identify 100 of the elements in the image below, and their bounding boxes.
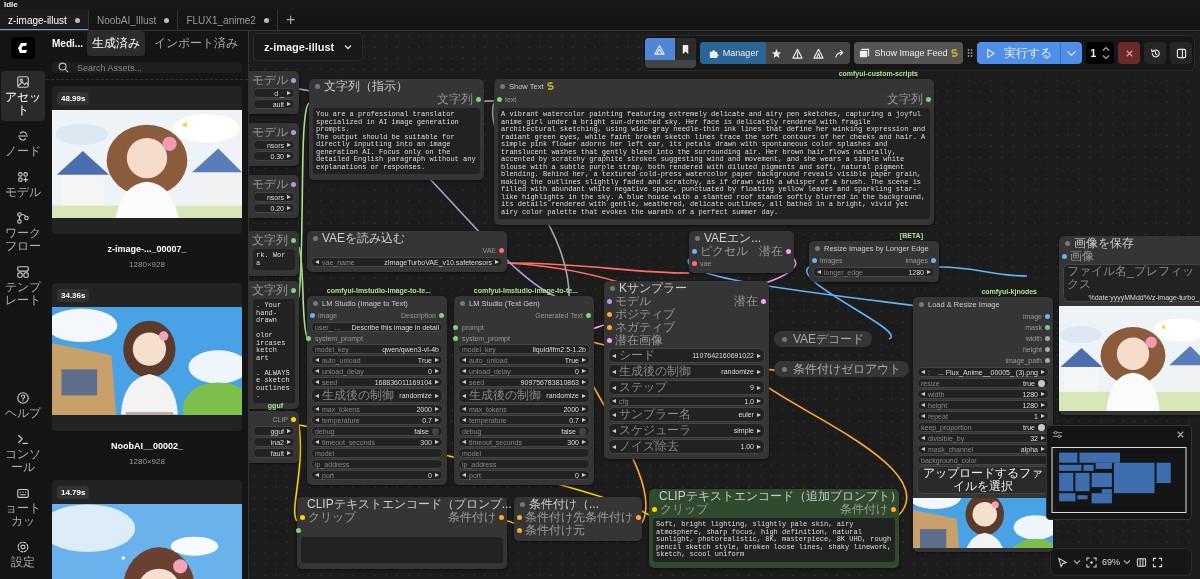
sidebar-item[interactable]: コンソール <box>1 428 45 478</box>
right-arrow-icon[interactable] <box>582 440 586 444</box>
left-arrow-icon[interactable] <box>315 260 319 264</box>
output-port[interactable] <box>291 78 296 83</box>
right-arrow-icon[interactable] <box>582 358 586 362</box>
left-arrow-icon[interactable] <box>612 399 616 403</box>
right-arrow-icon[interactable] <box>435 418 439 422</box>
left-arrow-icon[interactable] <box>921 392 925 396</box>
close-icon[interactable] <box>1175 429 1186 440</box>
left-arrow-icon[interactable] <box>612 428 616 433</box>
search-field[interactable]: Search Assets... <box>52 62 242 73</box>
output-port[interactable] <box>636 515 641 520</box>
image-feed-button[interactable]: Show Image Feed <box>854 42 964 64</box>
output-port[interactable] <box>786 249 791 254</box>
left-arrow-icon[interactable] <box>462 473 466 477</box>
right-arrow-icon[interactable] <box>582 418 586 422</box>
sidebar-item[interactable]: ョートカッ <box>1 482 45 532</box>
panel-toggle-button[interactable] <box>1170 42 1192 64</box>
output-port[interactable] <box>291 417 296 422</box>
collapsed-node[interactable]: 条件付けゼロアウト <box>774 361 909 377</box>
right-arrow-icon[interactable] <box>757 412 761 417</box>
left-arrow-icon[interactable] <box>462 440 466 444</box>
sidebar-item[interactable]: モデル <box>1 166 45 203</box>
minimap-panel[interactable] <box>1046 425 1192 520</box>
workflow-node[interactable] <box>913 297 1053 552</box>
input-port[interactable] <box>310 313 315 318</box>
output-port[interactable] <box>291 288 296 293</box>
left-arrow-icon[interactable] <box>315 369 319 373</box>
collapse-dot-icon[interactable] <box>313 235 318 241</box>
extension-button[interactable] <box>644 38 675 60</box>
output-port[interactable] <box>291 238 296 243</box>
left-arrow-icon[interactable] <box>315 393 319 398</box>
input-port[interactable] <box>607 312 612 317</box>
filter-tab[interactable]: 生成済み <box>87 31 146 56</box>
left-arrow-icon[interactable] <box>462 369 466 373</box>
sliders-icon[interactable] <box>1052 429 1063 440</box>
right-arrow-icon[interactable] <box>757 444 761 449</box>
input-port[interactable] <box>607 338 612 343</box>
right-arrow-icon[interactable] <box>287 91 291 95</box>
input-port[interactable] <box>692 261 697 266</box>
right-arrow-icon[interactable] <box>1041 392 1045 396</box>
sidebar-item[interactable]: 設定 <box>1 536 45 573</box>
right-arrow-icon[interactable] <box>757 369 761 374</box>
collapse-dot-icon[interactable] <box>919 301 924 307</box>
collapse-dot-icon[interactable] <box>1065 240 1070 246</box>
left-arrow-icon[interactable] <box>315 380 319 384</box>
workflow-node[interactable] <box>494 79 934 225</box>
count-field[interactable]: 1 <box>1086 42 1114 64</box>
left-arrow-icon[interactable] <box>612 369 616 374</box>
left-arrow-icon[interactable] <box>921 414 925 418</box>
right-arrow-icon[interactable] <box>582 380 586 384</box>
output-port[interactable] <box>926 97 931 102</box>
output-port[interactable] <box>1045 336 1050 341</box>
input-port[interactable] <box>517 528 522 533</box>
input-port[interactable] <box>517 515 522 520</box>
collapse-dot-icon[interactable] <box>815 245 820 251</box>
sidebar-item[interactable]: テンプレート <box>1 261 45 311</box>
collapse-dot-icon[interactable] <box>695 235 700 241</box>
output-port[interactable] <box>476 97 481 102</box>
right-arrow-icon[interactable] <box>927 270 931 274</box>
left-arrow-icon[interactable] <box>315 407 319 411</box>
chevron-down-icon[interactable] <box>1102 54 1110 60</box>
right-arrow-icon[interactable] <box>287 206 291 210</box>
right-arrow-icon[interactable] <box>287 102 291 106</box>
output-port[interactable] <box>891 507 896 512</box>
input-port[interactable] <box>812 258 817 263</box>
asset-card[interactable]: 48.99s <box>52 86 242 234</box>
left-arrow-icon[interactable] <box>462 407 466 411</box>
output-port[interactable] <box>931 258 936 263</box>
right-arrow-icon[interactable] <box>435 358 439 362</box>
map-icon[interactable] <box>1136 556 1147 568</box>
left-arrow-icon[interactable] <box>817 270 821 274</box>
input-port[interactable] <box>497 97 502 102</box>
fit-view-icon[interactable] <box>1086 556 1097 568</box>
output-port[interactable] <box>1045 347 1050 352</box>
left-arrow-icon[interactable] <box>612 412 616 417</box>
left-arrow-icon[interactable] <box>462 380 466 384</box>
sidebar-item[interactable]: ノード <box>1 125 45 162</box>
input-port[interactable] <box>300 515 305 520</box>
right-arrow-icon[interactable] <box>435 380 439 384</box>
logo-icon[interactable] <box>11 37 35 59</box>
right-arrow-icon[interactable] <box>582 473 586 477</box>
workflow-node[interactable] <box>309 79 484 180</box>
right-arrow-icon[interactable] <box>435 473 439 477</box>
left-arrow-icon[interactable] <box>612 444 616 449</box>
workflow-node[interactable] <box>307 296 447 485</box>
chevron-up-icon[interactable] <box>1102 46 1110 52</box>
right-arrow-icon[interactable] <box>435 369 439 373</box>
new-tab-button[interactable]: + <box>277 10 304 30</box>
output-port[interactable] <box>586 313 591 318</box>
output-port[interactable] <box>761 299 766 304</box>
left-arrow-icon[interactable] <box>315 418 319 422</box>
left-arrow-icon[interactable] <box>315 358 319 362</box>
collapse-dot-icon[interactable] <box>500 83 505 89</box>
collapse-dot-icon[interactable] <box>782 366 787 372</box>
right-arrow-icon[interactable] <box>1041 403 1045 407</box>
left-arrow-icon[interactable] <box>921 447 925 451</box>
output-port[interactable] <box>499 248 504 253</box>
toggle-knob[interactable] <box>1038 423 1045 431</box>
zoom-dropdown[interactable]: 69% <box>1102 557 1131 567</box>
